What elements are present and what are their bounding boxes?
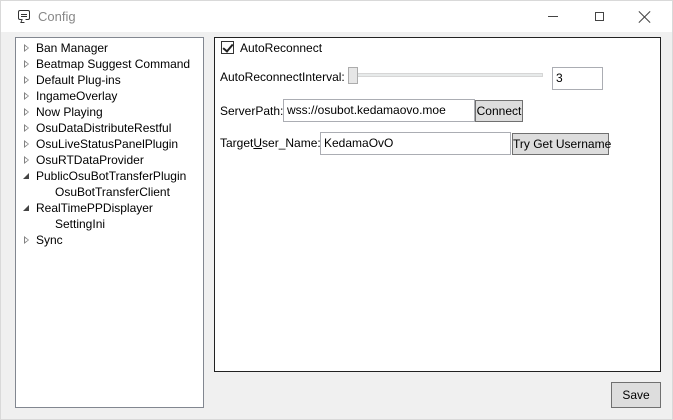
tree-item-label: OsuRTDataProvider <box>36 153 144 167</box>
tree-item-label: Beatmap Suggest Command <box>36 57 191 71</box>
interval-slider-track[interactable] <box>348 73 543 77</box>
tree-item-osu-data-distribute-restful[interactable]: OsuDataDistributeRestful <box>16 120 203 136</box>
expand-icon[interactable] <box>24 108 29 116</box>
tree-item-label: RealTimePPDisplayer <box>36 201 153 215</box>
save-button[interactable]: Save <box>611 382 661 408</box>
expand-icon[interactable] <box>24 76 29 84</box>
target-user-name-label: TargetUser_Name: <box>220 136 321 150</box>
tree-item-beatmap-suggest-command[interactable]: Beatmap Suggest Command <box>16 56 203 72</box>
tree-item-label: Sync <box>36 233 63 247</box>
tree-item-osu-live-status-panel-plugin[interactable]: OsuLiveStatusPanelPlugin <box>16 136 203 152</box>
close-icon <box>639 11 651 23</box>
tree-item-osu-rt-data-provider[interactable]: OsuRTDataProvider <box>16 152 203 168</box>
tree-item-label: Now Playing <box>36 105 103 119</box>
expand-icon[interactable] <box>24 60 29 68</box>
tree-item-setting-ini[interactable]: SettingIni <box>16 216 203 232</box>
expand-icon[interactable] <box>24 92 29 100</box>
try-get-username-button[interactable]: Try Get Username <box>512 133 611 155</box>
tree-item-label: SettingIni <box>55 217 106 231</box>
collapse-icon[interactable] <box>23 205 29 211</box>
tree-item-osu-bot-transfer-client[interactable]: OsuBotTransferClient <box>16 184 203 200</box>
interval-slider-thumb[interactable] <box>348 67 358 84</box>
title-bar: Config <box>1 1 672 32</box>
target-user-name-input[interactable]: KedamaOvO <box>320 132 511 155</box>
access-key: U <box>253 136 263 150</box>
tree-item-ingame-overlay[interactable]: IngameOverlay <box>16 88 203 104</box>
minimize-icon <box>548 16 558 17</box>
tree-item-ban-manager[interactable]: Ban Manager <box>16 40 203 56</box>
window-title: Config <box>38 9 76 24</box>
app-icon <box>18 10 30 20</box>
label-part: ser_Name: <box>262 136 321 150</box>
tree-item-real-time-pp-displayer[interactable]: RealTimePPDisplayer <box>16 200 203 216</box>
checkmark-icon <box>222 41 234 53</box>
tree-item-label: OsuBotTransferClient <box>55 185 170 199</box>
auto-reconnect-label[interactable]: AutoReconnect <box>240 41 322 55</box>
expand-icon[interactable] <box>24 236 29 244</box>
collapse-icon[interactable] <box>23 173 29 179</box>
tree-item-now-playing[interactable]: Now Playing <box>16 104 203 120</box>
interval-input[interactable]: 3 <box>552 67 603 90</box>
tree-item-label: OsuDataDistributeRestful <box>36 121 172 135</box>
tree-item-default-plug-ins[interactable]: Default Plug-ins <box>16 72 203 88</box>
auto-reconnect-checkbox[interactable] <box>221 41 234 54</box>
minimize-button[interactable] <box>530 1 576 32</box>
tree-item-label: PublicOsuBotTransferPlugin <box>36 169 187 183</box>
tree-item-sync[interactable]: Sync <box>16 232 203 248</box>
server-path-label: ServerPath: <box>220 104 284 118</box>
config-window: Config Ban Manager Beatmap Suggest Comma… <box>0 0 673 420</box>
expand-icon[interactable] <box>24 124 29 132</box>
expand-icon[interactable] <box>24 140 29 148</box>
tree-item-label: Default Plug-ins <box>36 73 121 87</box>
label-part: Target <box>220 136 254 150</box>
expand-icon[interactable] <box>24 156 29 164</box>
maximize-icon <box>594 12 604 21</box>
close-button[interactable] <box>622 1 668 32</box>
maximize-button[interactable] <box>576 1 622 32</box>
tree-item-public-osu-bot-transfer-plugin[interactable]: PublicOsuBotTransferPlugin <box>16 168 203 184</box>
tree-item-label: Ban Manager <box>36 41 109 55</box>
tree-item-label: OsuLiveStatusPanelPlugin <box>36 137 179 151</box>
tree-item-label: IngameOverlay <box>36 89 118 103</box>
connect-button[interactable]: Connect <box>475 100 523 122</box>
expand-icon[interactable] <box>24 44 29 52</box>
plugin-tree: Ban Manager Beatmap Suggest Command Defa… <box>15 37 204 408</box>
server-path-input[interactable]: wss://osubot.kedamaovo.moe <box>283 99 475 122</box>
auto-reconnect-interval-label: AutoReconnectInterval: <box>220 70 345 84</box>
